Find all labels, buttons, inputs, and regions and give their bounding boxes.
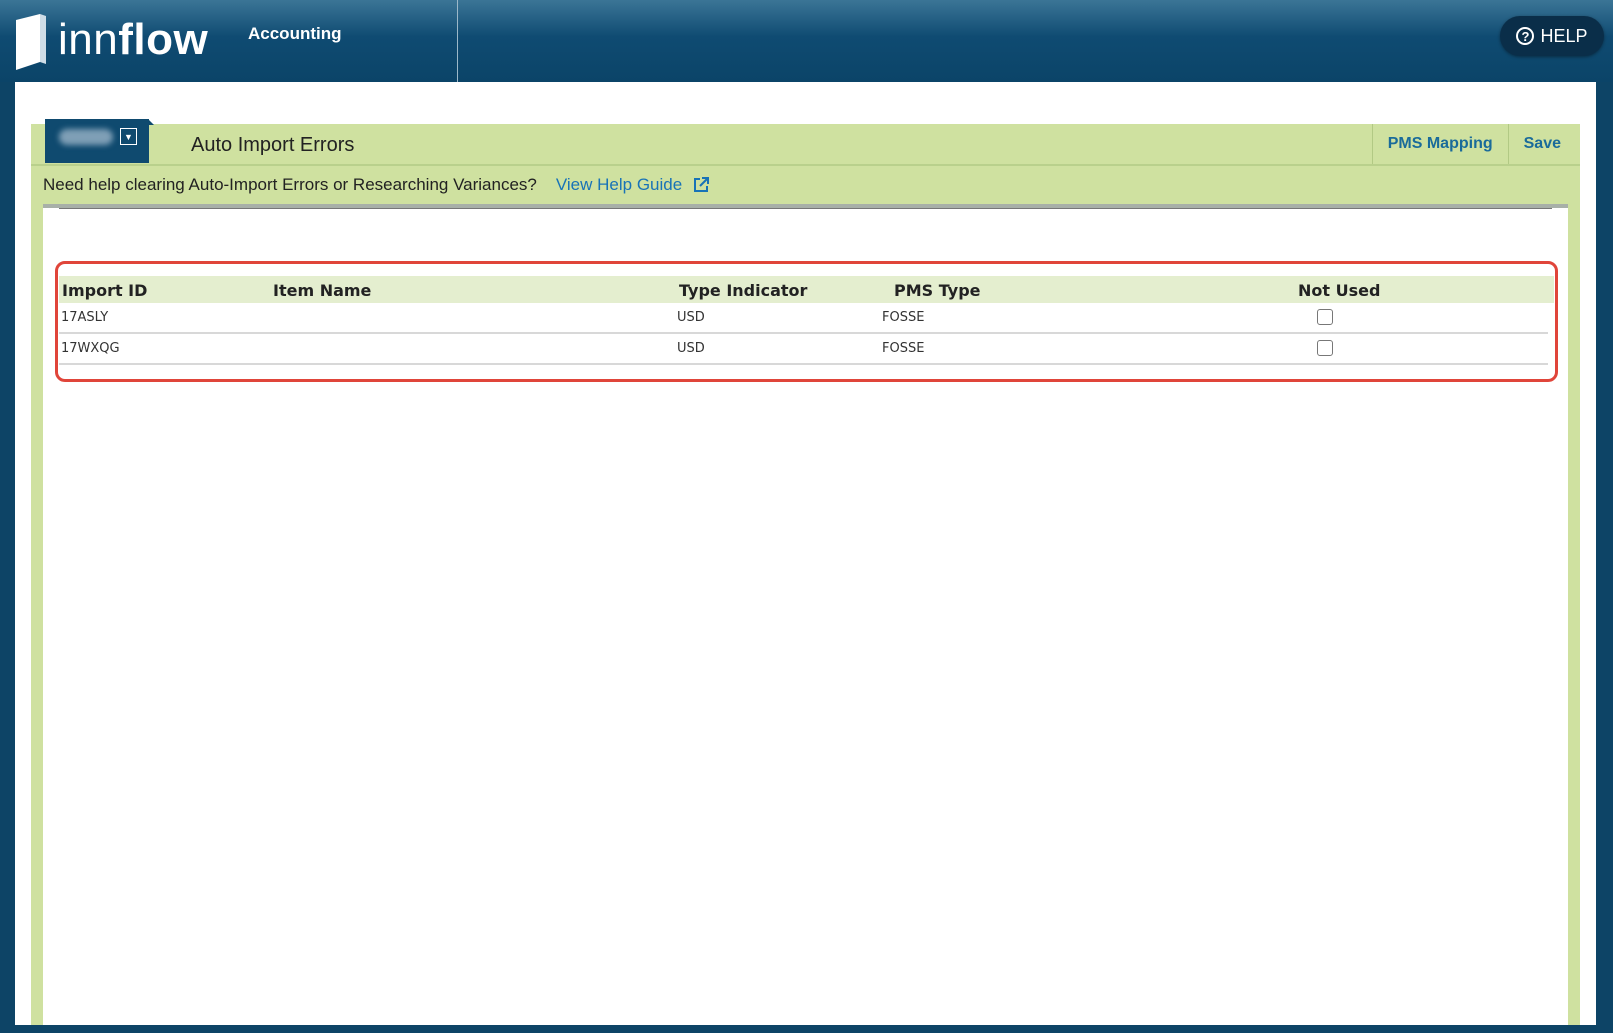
cell-pms-type: FOSSE <box>882 341 925 356</box>
column-header-type-indicator[interactable]: Type Indicator <box>679 281 807 300</box>
logo-wordmark: innflow <box>58 18 208 62</box>
errors-grid-container: Import ID Item Name Type Indicator PMS T… <box>43 204 1568 1025</box>
save-button[interactable]: Save <box>1507 124 1576 164</box>
table-row: 17WXQG USD FOSSE <box>59 334 1548 365</box>
not-used-checkbox[interactable] <box>1317 309 1333 325</box>
property-name-redacted <box>59 129 113 145</box>
app-name: Accounting <box>248 24 342 43</box>
pms-mapping-button[interactable]: PMS Mapping <box>1371 124 1508 164</box>
bottom-border <box>0 1025 1613 1033</box>
grid-top-line <box>59 208 1552 209</box>
logo-text-inn: inn <box>58 15 119 64</box>
cell-type-indicator: USD <box>677 310 705 325</box>
page-title: Auto Import Errors <box>191 134 355 156</box>
help-message-text: Need help clearing Auto-Import Errors or… <box>43 175 537 194</box>
innflow-logo[interactable]: innflow <box>14 10 254 72</box>
auto-import-errors-panel: ▼ Auto Import Errors PMS Mapping Save Ne… <box>31 119 1580 1025</box>
property-selector[interactable]: ▼ <box>45 119 154 163</box>
column-header-item-name[interactable]: Item Name <box>273 281 371 300</box>
table-header: Import ID Item Name Type Indicator PMS T… <box>59 276 1554 303</box>
cell-type-indicator: USD <box>677 341 705 356</box>
help-circle-icon: ? <box>1516 27 1535 45</box>
tab-fold <box>148 119 154 125</box>
title-divider <box>31 164 1580 166</box>
cell-import-id: 17WXQG <box>61 341 120 356</box>
column-header-import-id[interactable]: Import ID <box>62 281 147 300</box>
column-header-pms-type[interactable]: PMS Type <box>894 281 981 300</box>
innflow-logo-icon <box>16 14 46 70</box>
column-header-not-used[interactable]: Not Used <box>1298 281 1380 300</box>
header-divider <box>457 0 458 82</box>
cell-import-id: 17ASLY <box>61 310 109 325</box>
help-button[interactable]: ? HELP <box>1500 16 1604 56</box>
view-help-guide-link[interactable]: View Help Guide <box>556 175 682 195</box>
cell-pms-type: FOSSE <box>882 310 925 325</box>
top-header: innflow Accounting ? HELP <box>0 0 1613 82</box>
help-message: Need help clearing Auto-Import Errors or… <box>43 175 710 195</box>
table-row: 17ASLY USD FOSSE <box>59 303 1548 334</box>
external-link-icon[interactable] <box>692 176 710 194</box>
panel-actions: PMS Mapping Save <box>1371 124 1576 164</box>
main-content: ▼ Auto Import Errors PMS Mapping Save Ne… <box>15 82 1596 1025</box>
dropdown-arrow-icon[interactable]: ▼ <box>120 128 137 145</box>
not-used-checkbox[interactable] <box>1317 340 1333 356</box>
help-button-label: HELP <box>1540 25 1588 46</box>
logo-text-flow: flow <box>118 15 209 64</box>
